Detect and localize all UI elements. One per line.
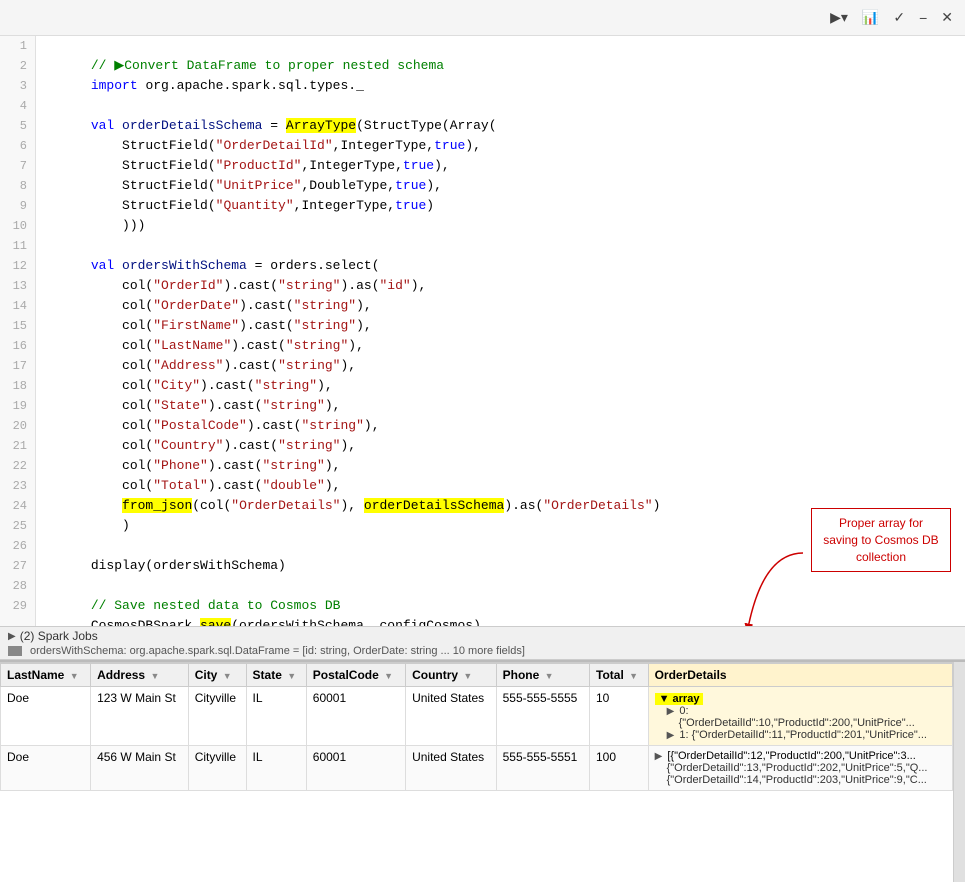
cell-phone-1: 555-555-5555	[496, 687, 589, 746]
array-item-2-0: {"OrderDetailId":13,"ProductId":202,"Uni…	[667, 762, 946, 774]
convert-text: ▶	[114, 58, 124, 73]
array-label-1: ▼ array	[655, 693, 704, 705]
cell-orderdetails-1: ▼ array ▶ 0: {"OrderDetailId":10,"Produc…	[648, 687, 952, 746]
line-numbers: 12345 678910 1112131415 1617181920 21222…	[0, 36, 36, 626]
col-header-postalcode[interactable]: PostalCode ▼	[306, 664, 405, 687]
callout-arrow	[733, 548, 813, 626]
schema-icon	[8, 646, 22, 656]
cell-lastname-1: Doe	[1, 687, 91, 746]
table-row: Doe 456 W Main St Cityville IL 60001 Uni…	[1, 746, 953, 791]
check-button[interactable]: ✓	[889, 7, 909, 28]
callout-box: Proper array for saving to Cosmos DB col…	[811, 508, 951, 572]
col-header-phone[interactable]: Phone ▼	[496, 664, 589, 687]
array-item-1-0-val: {"OrderDetailId":10,"ProductId":200,"Uni…	[679, 717, 946, 729]
array-item-1-1: ▶ 1: {"OrderDetailId":11,"ProductId":201…	[667, 729, 946, 741]
cell-total-2: 100	[590, 746, 649, 791]
cell-address-1: 123 W Main St	[91, 687, 189, 746]
cell-address-2: 456 W Main St	[91, 746, 189, 791]
col-header-total[interactable]: Total ▼	[590, 664, 649, 687]
code-line-1: // ▶Convert DataFrame to proper nested s…	[44, 36, 957, 56]
code-line-28: // Save nested data to Cosmos DB	[44, 576, 957, 596]
expand-icon[interactable]: ▶	[667, 706, 675, 717]
array-row-2-label: ▶ [{"OrderDetailId":12,"ProductId":200,"…	[655, 750, 946, 762]
cell-country-1: United States	[406, 687, 497, 746]
code-line-10	[44, 216, 957, 236]
cell-state-2: IL	[246, 746, 306, 791]
cell-city-2: Cityville	[188, 746, 246, 791]
col-header-lastname[interactable]: LastName ▼	[1, 664, 91, 687]
col-header-orderdetails[interactable]: OrderDetails	[648, 664, 952, 687]
close-button[interactable]: ✕	[937, 7, 957, 28]
cell-country-2: United States	[406, 746, 497, 791]
data-table-container[interactable]: LastName ▼ Address ▼ City ▼ State ▼ Post…	[0, 662, 953, 882]
table-header-row: LastName ▼ Address ▼ City ▼ State ▼ Post…	[1, 664, 953, 687]
spark-jobs-arrow[interactable]: ▶	[8, 631, 16, 642]
cell-state-1: IL	[246, 687, 306, 746]
array-item-1-0: ▶ 0:	[667, 705, 946, 717]
cell-orderdetails-2: ▶ [{"OrderDetailId":12,"ProductId":200,"…	[648, 746, 952, 791]
cell-lastname-2: Doe	[1, 746, 91, 791]
toolbar: ▶▾ 📊 ✓ − ✕	[0, 0, 965, 36]
chart-button[interactable]: 📊	[858, 7, 883, 28]
run-button[interactable]: ▶▾	[826, 7, 852, 28]
minimize-button[interactable]: −	[915, 8, 931, 28]
col-header-state[interactable]: State ▼	[246, 664, 306, 687]
table-row: Doe 123 W Main St Cityville IL 60001 Uni…	[1, 687, 953, 746]
col-header-country[interactable]: Country ▼	[406, 664, 497, 687]
cell-postalcode-2: 60001	[306, 746, 405, 791]
array-item-2-1: {"OrderDetailId":14,"ProductId":203,"Uni…	[667, 774, 946, 786]
col-header-address[interactable]: Address ▼	[91, 664, 189, 687]
callout-text: Proper array for saving to Cosmos DB col…	[823, 516, 938, 564]
data-table-section: LastName ▼ Address ▼ City ▼ State ▼ Post…	[0, 660, 965, 882]
spark-jobs-label: (2) Spark Jobs	[20, 629, 98, 643]
vertical-scrollbar[interactable]	[953, 662, 965, 882]
code-line-11: val ordersWithSchema = orders.select(	[44, 236, 957, 256]
cell-city-1: Cityville	[188, 687, 246, 746]
expand-icon-2[interactable]: ▶	[667, 730, 675, 741]
results-table: LastName ▼ Address ▼ City ▼ State ▼ Post…	[0, 663, 953, 791]
cell-postalcode-1: 60001	[306, 687, 405, 746]
cell-total-1: 10	[590, 687, 649, 746]
schema-info: ordersWithSchema: org.apache.spark.sql.D…	[30, 645, 525, 657]
col-header-city[interactable]: City ▼	[188, 664, 246, 687]
cell-phone-2: 555-555-5551	[496, 746, 589, 791]
code-editor: 12345 678910 1112131415 1617181920 21222…	[0, 36, 965, 626]
code-line-4: val orderDetailsSchema = ArrayType(Struc…	[44, 96, 957, 116]
spark-jobs-bar: ▶ (2) Spark Jobs ordersWithSchema: org.a…	[0, 626, 965, 660]
